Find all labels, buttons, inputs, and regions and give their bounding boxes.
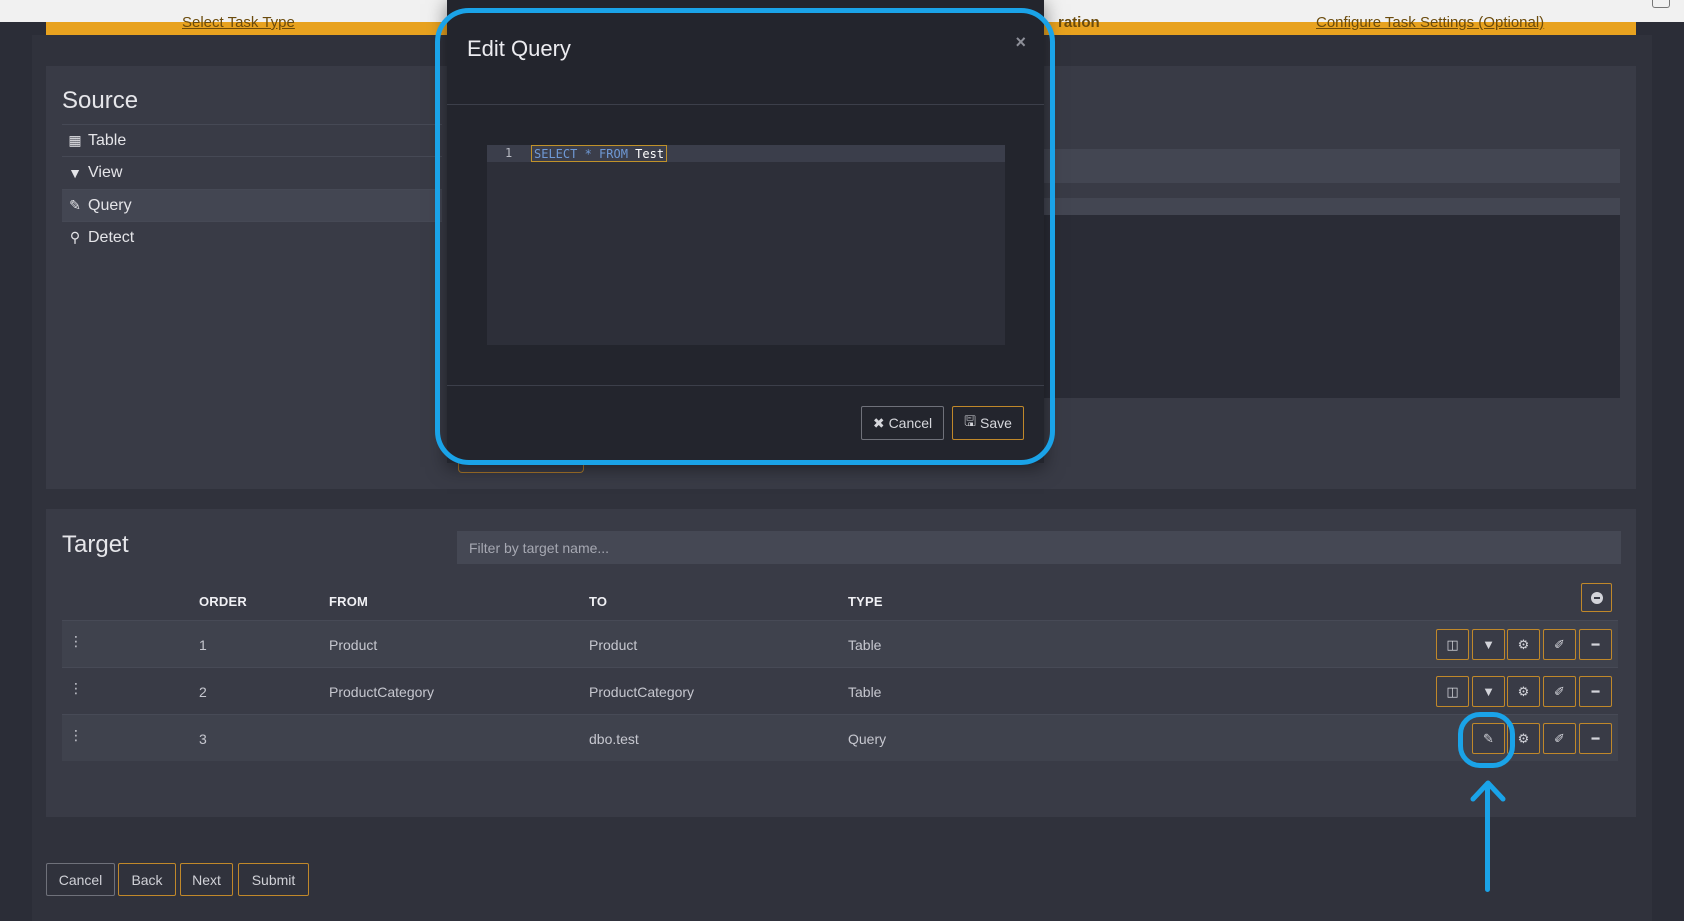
cell-from: Product <box>329 637 378 653</box>
columns-icon: ◫ <box>1446 683 1459 699</box>
source-item-label: View <box>88 163 123 181</box>
table-row: ⋮ 1 Product Product Table ◫ ▼ ⚙ ✐ ━ <box>62 620 1618 667</box>
edit-icon: ✎ <box>69 197 81 213</box>
columns-button[interactable]: ◫ <box>1436 629 1469 660</box>
submit-button[interactable]: Submit <box>238 863 309 896</box>
search-icon: ⚲ <box>69 229 81 245</box>
drag-handle-icon[interactable]: ⋮ <box>69 680 83 697</box>
configure-button[interactable]: ✐ <box>1543 723 1576 754</box>
wrench-icon: ✐ <box>1554 636 1565 652</box>
filter-icon: ▼ <box>68 164 82 181</box>
source-item-table[interactable]: ▦ Table <box>62 124 442 156</box>
filter-icon: ▼ <box>1482 684 1495 699</box>
minus-icon: ━ <box>1591 636 1600 652</box>
drag-handle-icon[interactable]: ⋮ <box>69 633 83 650</box>
step-select-task-type[interactable]: Select Task Type <box>182 14 295 31</box>
source-header-strip <box>1044 149 1620 183</box>
filter-button[interactable]: ▼ <box>1472 676 1505 707</box>
column-header-type: TYPE <box>848 594 883 609</box>
highlight-circle <box>1458 712 1515 768</box>
settings-button[interactable]: ⚙ <box>1507 629 1540 660</box>
source-editor-area <box>1044 215 1620 398</box>
column-header-to: TO <box>589 594 608 609</box>
source-item-label: Table <box>88 131 127 149</box>
back-button[interactable]: Back <box>118 863 176 896</box>
wrench-icon: ✐ <box>1554 730 1565 746</box>
minus-circle-icon <box>1590 591 1603 604</box>
step-configure-settings[interactable]: Configure Task Settings (Optional) <box>1316 14 1544 31</box>
source-item-query[interactable]: ✎ Query <box>62 189 442 221</box>
gear-icon: ⚙ <box>1517 683 1530 699</box>
remove-button[interactable]: ━ <box>1579 676 1612 707</box>
cell-to: Product <box>589 637 638 653</box>
cell-order: 2 <box>199 684 207 700</box>
drag-handle-icon[interactable]: ⋮ <box>69 727 83 744</box>
modal-highlight-frame <box>435 8 1055 465</box>
table-row: ⋮ 2 ProductCategory ProductCategory Tabl… <box>62 667 1618 714</box>
table-icon: ▦ <box>68 132 82 148</box>
cell-type: Table <box>848 637 882 653</box>
remove-button[interactable]: ━ <box>1579 723 1612 754</box>
target-title: Target <box>62 531 129 558</box>
column-header-order: ORDER <box>199 594 247 609</box>
cell-type: Table <box>848 684 882 700</box>
source-item-detect[interactable]: ⚲ Detect <box>62 221 442 253</box>
step-current: ration <box>1058 14 1100 31</box>
cell-to: dbo.test <box>589 731 639 747</box>
settings-button[interactable]: ⚙ <box>1507 676 1540 707</box>
cell-order: 1 <box>199 637 207 653</box>
column-header-from: FROM <box>329 594 369 609</box>
window-icon[interactable] <box>1652 0 1670 8</box>
minus-icon: ━ <box>1591 730 1600 746</box>
next-button[interactable]: Next <box>180 863 233 896</box>
remove-button[interactable]: ━ <box>1579 629 1612 660</box>
cell-from: ProductCategory <box>329 684 435 700</box>
collapse-all-button[interactable] <box>1581 583 1612 612</box>
gear-icon: ⚙ <box>1517 636 1530 652</box>
configure-button[interactable]: ✐ <box>1543 676 1576 707</box>
filter-icon: ▼ <box>1482 637 1495 652</box>
source-item-label: Detect <box>88 228 135 246</box>
columns-icon: ◫ <box>1446 636 1459 652</box>
cell-type: Query <box>848 731 887 747</box>
cell-to: ProductCategory <box>589 684 695 700</box>
source-item-label: Query <box>88 196 132 214</box>
cell-order: 3 <box>199 731 207 747</box>
gear-icon: ⚙ <box>1517 730 1530 746</box>
source-editor-header <box>1044 198 1620 215</box>
configure-button[interactable]: ✐ <box>1543 629 1576 660</box>
minus-icon: ━ <box>1591 683 1600 699</box>
table-row: ⋮ 3 dbo.test Query ✎ ⚙ ✐ ━ <box>62 714 1618 761</box>
wrench-icon: ✐ <box>1554 683 1565 699</box>
columns-button[interactable]: ◫ <box>1436 676 1469 707</box>
cancel-button[interactable]: Cancel <box>46 863 115 896</box>
source-title: Source <box>62 87 139 114</box>
target-filter-input[interactable] <box>457 531 1621 564</box>
arrow-shaft <box>1485 786 1490 892</box>
filter-button[interactable]: ▼ <box>1472 629 1505 660</box>
source-item-view[interactable]: ▼ View <box>62 156 442 188</box>
